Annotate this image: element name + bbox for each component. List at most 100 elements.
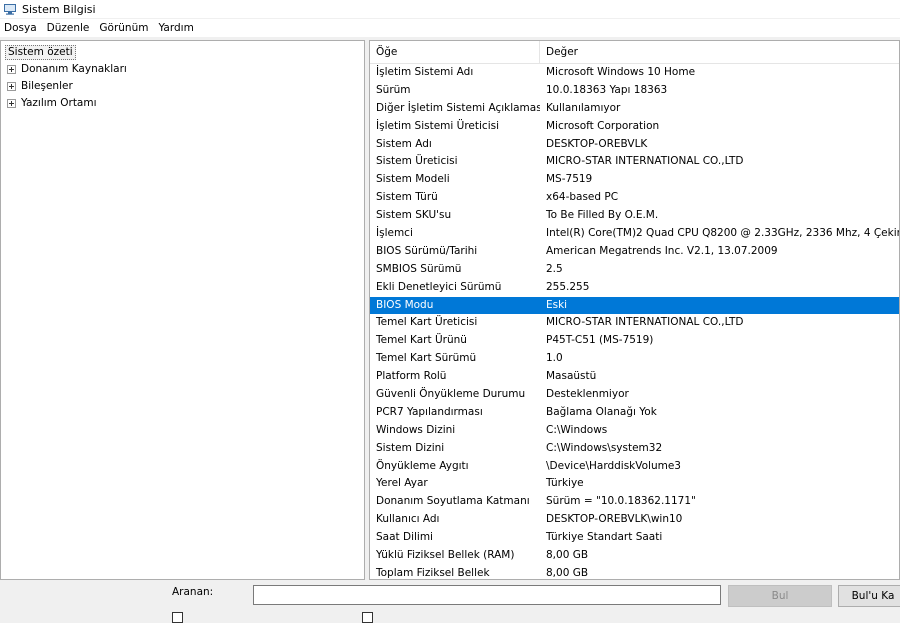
table-row[interactable]: Temel Kart Üreticisi MICRO-STAR INTERNATI… bbox=[370, 314, 899, 332]
row-value-cell[interactable]: C:\Windows bbox=[540, 422, 899, 440]
table-row[interactable]: Sistem Modeli MS-7519 bbox=[370, 171, 899, 189]
tree-item-label[interactable]: Donanım Kaynakları bbox=[21, 63, 127, 75]
row-item-cell[interactable]: Yüklü Fiziksel Bellek (RAM) bbox=[370, 547, 540, 565]
row-item-cell[interactable]: BIOS Sürümü/Tarihi bbox=[370, 243, 540, 261]
search-input[interactable] bbox=[253, 585, 721, 605]
tree-item-components[interactable]: Bileşenler bbox=[7, 78, 73, 94]
row-item-cell[interactable]: Saat Dilimi bbox=[370, 529, 540, 547]
table-row[interactable]: Sistem SKU'su To Be Filled By O.E.M. bbox=[370, 207, 899, 225]
row-value-cell[interactable]: MS-7519 bbox=[540, 171, 899, 189]
row-item-cell[interactable]: Güvenli Önyükleme Durumu bbox=[370, 386, 540, 404]
row-item-cell[interactable]: Sistem Dizini bbox=[370, 440, 540, 458]
row-value-cell[interactable]: American Megatrends Inc. V2.1, 13.07.200… bbox=[540, 243, 899, 261]
row-item-cell[interactable]: Windows Dizini bbox=[370, 422, 540, 440]
table-row[interactable]: Toplam Fiziksel Bellek 8,00 GB bbox=[370, 565, 899, 579]
row-value-cell[interactable]: 255.255 bbox=[540, 279, 899, 297]
tree-item-hardware-resources[interactable]: Donanım Kaynakları bbox=[7, 61, 127, 77]
table-row[interactable]: Diğer İşletim Sistemi Açıklaması Kullanıl… bbox=[370, 100, 899, 118]
row-item-cell[interactable]: SMBIOS Sürümü bbox=[370, 261, 540, 279]
find-button[interactable]: Bul bbox=[728, 585, 832, 607]
row-item-cell[interactable]: Sistem Modeli bbox=[370, 171, 540, 189]
search-selected-category-checkbox[interactable] bbox=[172, 612, 183, 623]
row-value-cell[interactable]: 8,00 GB bbox=[540, 565, 899, 579]
table-row[interactable]: Güvenli Önyükleme Durumu Desteklenmiyor bbox=[370, 386, 899, 404]
row-value-cell[interactable]: Desteklenmiyor bbox=[540, 386, 899, 404]
row-item-cell[interactable]: Donanım Soyutlama Katmanı bbox=[370, 493, 540, 511]
row-item-cell[interactable]: Diğer İşletim Sistemi Açıklaması bbox=[370, 100, 540, 118]
table-row[interactable]: Yerel Ayar Türkiye bbox=[370, 475, 899, 493]
row-item-cell[interactable]: Önyükleme Aygıtı bbox=[370, 458, 540, 476]
column-header-item[interactable]: Öğe bbox=[370, 41, 540, 63]
row-value-cell[interactable]: Microsoft Windows 10 Home bbox=[540, 64, 899, 82]
row-value-cell[interactable]: 8,00 GB bbox=[540, 547, 899, 565]
row-value-cell[interactable]: Türkiye Standart Saati bbox=[540, 529, 899, 547]
tree-item-system-summary[interactable]: Sistem özeti bbox=[5, 45, 76, 60]
menu-help[interactable]: Yardım bbox=[154, 22, 199, 34]
table-row[interactable]: Temel Kart Sürümü 1.0 bbox=[370, 350, 899, 368]
table-row[interactable]: İşletim Sistemi Adı Microsoft Windows 10 … bbox=[370, 64, 899, 82]
table-row[interactable]: İşlemci Intel(R) Core(TM)2 Quad CPU Q8200… bbox=[370, 225, 899, 243]
table-row[interactable]: BIOS Sürümü/Tarihi American Megatrends In… bbox=[370, 243, 899, 261]
row-item-cell[interactable]: Sistem Türü bbox=[370, 189, 540, 207]
row-value-cell[interactable]: Eski bbox=[540, 297, 899, 315]
table-row[interactable]: Yüklü Fiziksel Bellek (RAM) 8,00 GB bbox=[370, 547, 899, 565]
table-row[interactable]: Önyükleme Aygıtı \Device\HarddiskVolume3 bbox=[370, 458, 899, 476]
row-item-cell[interactable]: Temel Kart Sürümü bbox=[370, 350, 540, 368]
table-row[interactable]: Sistem Türü x64-based PC bbox=[370, 189, 899, 207]
tree-item-label[interactable]: Yazılım Ortamı bbox=[21, 97, 97, 109]
table-row[interactable]: Sistem Üreticisi MICRO-STAR INTERNATIONAL… bbox=[370, 153, 899, 171]
table-row[interactable]: PCR7 Yapılandırması Bağlama Olanağı Yok bbox=[370, 404, 899, 422]
row-value-cell[interactable]: 10.0.18363 Yapı 18363 bbox=[540, 82, 899, 100]
table-row[interactable]: Kullanıcı Adı DESKTOP-OREBVLK\win10 bbox=[370, 511, 899, 529]
row-item-cell[interactable]: Sürüm bbox=[370, 82, 540, 100]
row-item-cell[interactable]: Sistem Üreticisi bbox=[370, 153, 540, 171]
table-row[interactable]: Sistem Dizini C:\Windows\system32 bbox=[370, 440, 899, 458]
table-row[interactable]: Windows Dizini C:\Windows bbox=[370, 422, 899, 440]
row-item-cell[interactable]: Yerel Ayar bbox=[370, 475, 540, 493]
row-value-cell[interactable]: MICRO-STAR INTERNATIONAL CO.,LTD bbox=[540, 153, 899, 171]
row-value-cell[interactable]: Kullanılamıyor bbox=[540, 100, 899, 118]
row-value-cell[interactable]: Sürüm = "10.0.18362.1171" bbox=[540, 493, 899, 511]
row-value-cell[interactable]: Microsoft Corporation bbox=[540, 118, 899, 136]
table-row[interactable]: Sistem Adı DESKTOP-OREBVLK bbox=[370, 136, 899, 154]
row-item-cell[interactable]: Ekli Denetleyici Sürümü bbox=[370, 279, 540, 297]
table-row[interactable]: BIOS Modu Eski bbox=[370, 296, 899, 315]
row-item-cell[interactable]: Sistem Adı bbox=[370, 136, 540, 154]
table-row[interactable]: SMBIOS Sürümü 2.5 bbox=[370, 261, 899, 279]
row-value-cell[interactable]: DESKTOP-OREBVLK\win10 bbox=[540, 511, 899, 529]
row-item-cell[interactable]: PCR7 Yapılandırması bbox=[370, 404, 540, 422]
row-item-cell[interactable]: Temel Kart Ürünü bbox=[370, 332, 540, 350]
column-header-value[interactable]: Değer bbox=[540, 41, 899, 63]
menu-edit[interactable]: Düzenle bbox=[43, 22, 96, 34]
row-value-cell[interactable]: 2.5 bbox=[540, 261, 899, 279]
row-value-cell[interactable]: C:\Windows\system32 bbox=[540, 440, 899, 458]
tree-item-software-environment[interactable]: Yazılım Ortamı bbox=[7, 95, 97, 111]
row-value-cell[interactable]: Bağlama Olanağı Yok bbox=[540, 404, 899, 422]
table-row[interactable]: Donanım Soyutlama Katmanı Sürüm = "10.0.1… bbox=[370, 493, 899, 511]
expand-plus-icon[interactable] bbox=[7, 64, 16, 74]
expand-plus-icon[interactable] bbox=[7, 98, 16, 108]
row-value-cell[interactable]: To Be Filled By O.E.M. bbox=[540, 207, 899, 225]
row-value-cell[interactable]: Türkiye bbox=[540, 475, 899, 493]
row-value-cell[interactable]: MICRO-STAR INTERNATIONAL CO.,LTD bbox=[540, 314, 899, 332]
table-row[interactable]: İşletim Sistemi Üreticisi Microsoft Corpo… bbox=[370, 118, 899, 136]
search-category-names-checkbox[interactable] bbox=[362, 612, 373, 623]
row-value-cell[interactable]: \Device\HarddiskVolume3 bbox=[540, 458, 899, 476]
close-find-button[interactable]: Bul'u Ka bbox=[838, 585, 900, 607]
row-item-cell[interactable]: Temel Kart Üreticisi bbox=[370, 314, 540, 332]
row-item-cell[interactable]: Platform Rolü bbox=[370, 368, 540, 386]
row-item-cell[interactable]: BIOS Modu bbox=[370, 297, 540, 315]
row-value-cell[interactable]: x64-based PC bbox=[540, 189, 899, 207]
row-item-cell[interactable]: İşletim Sistemi Adı bbox=[370, 64, 540, 82]
row-item-cell[interactable]: Toplam Fiziksel Bellek bbox=[370, 565, 540, 579]
table-row[interactable]: Temel Kart Ürünü P45T-C51 (MS-7519) bbox=[370, 332, 899, 350]
row-value-cell[interactable]: P45T-C51 (MS-7519) bbox=[540, 332, 899, 350]
row-item-cell[interactable]: Sistem SKU'su bbox=[370, 207, 540, 225]
table-row[interactable]: Sürüm 10.0.18363 Yapı 18363 bbox=[370, 82, 899, 100]
tree-item-label[interactable]: Bileşenler bbox=[21, 80, 73, 92]
expand-plus-icon[interactable] bbox=[7, 81, 16, 91]
row-value-cell[interactable]: 1.0 bbox=[540, 350, 899, 368]
menu-view[interactable]: Görünüm bbox=[95, 22, 154, 34]
row-item-cell[interactable]: İşletim Sistemi Üreticisi bbox=[370, 118, 540, 136]
row-item-cell[interactable]: İşlemci bbox=[370, 225, 540, 243]
